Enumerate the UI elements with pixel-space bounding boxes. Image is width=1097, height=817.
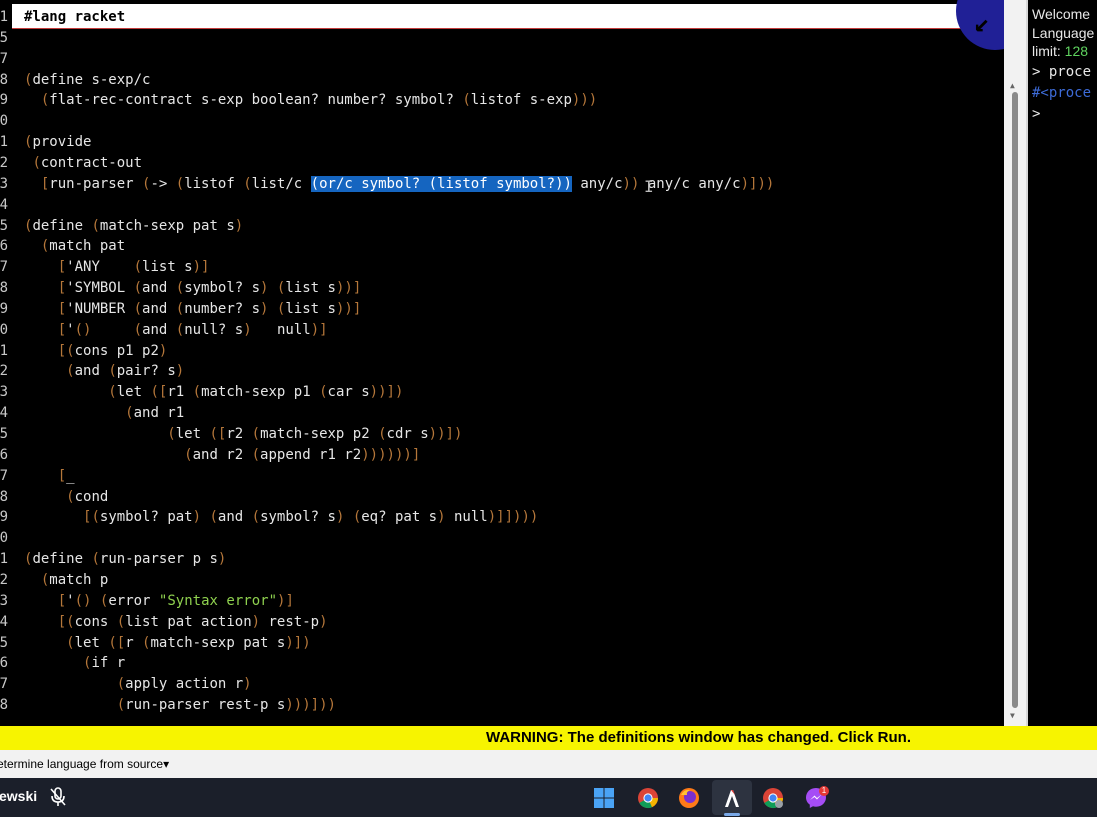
line-number: 7	[0, 259, 8, 276]
scrollbar-thumb[interactable]	[1012, 92, 1018, 708]
code-line[interactable]: ['ANY (list s)]	[24, 257, 210, 278]
line-number: 7	[0, 50, 8, 67]
line-number: 1	[0, 9, 8, 25]
line-number: 0	[0, 530, 8, 547]
code-line[interactable]: (if r	[24, 653, 125, 674]
warning-banner: WARNING: The definitions window has chan…	[0, 726, 1097, 750]
line-number: 7	[0, 467, 8, 484]
code-line[interactable]: #lang racket	[24, 7, 125, 28]
code-line[interactable]: (run-parser rest-p s)))]))	[24, 695, 336, 716]
code-line[interactable]: [(cons (list pat action) rest-p)	[24, 612, 328, 633]
line-number: 4	[0, 405, 8, 422]
code-line[interactable]: (provide	[24, 132, 91, 153]
code-line[interactable]: ['() (and (null? s) null)]	[24, 320, 328, 341]
line-number-gutter: 1 5 7 8 9 0 1 2 3 4 5 6 7 8 9 0 1 2 3 4 5 6 7 8 9 0 1 2 3 4 5 6 7 8	[0, 0, 12, 726]
editor-vertical-scrollbar[interactable]: ▲ ▼	[1004, 0, 1026, 726]
line-number: 5	[0, 634, 8, 651]
selected-text[interactable]: (or/c symbol? (listof symbol?))	[310, 175, 572, 192]
code-line[interactable]: [_	[24, 466, 75, 487]
meeting-user-name: ewski	[0, 788, 38, 804]
code-line[interactable]: (flat-rec-contract s-exp boolean? number…	[24, 90, 597, 111]
line-number: 2	[0, 363, 8, 380]
windows-taskbar: ewski 1	[0, 778, 1097, 817]
code-line[interactable]: (let ([r2 (match-sexp p2 (cdr s))])	[24, 424, 462, 445]
interactions-pane[interactable]: Welcome Language limit: 128 > proce #<pr…	[1026, 0, 1097, 726]
line-number: 6	[0, 238, 8, 255]
code-line[interactable]: (and r2 (append r1 r2))))))]	[24, 445, 420, 466]
code-line[interactable]: (contract-out	[24, 153, 142, 174]
line-number: 4	[0, 613, 8, 630]
line-number: 8	[0, 280, 8, 297]
line-number: 5	[0, 217, 8, 234]
line-number: 1	[0, 551, 8, 568]
windows-start-icon[interactable]	[593, 787, 615, 809]
line-number: 8	[0, 697, 8, 714]
code-line[interactable]: (cond	[24, 487, 108, 508]
chrome-beta-icon[interactable]	[762, 787, 784, 809]
language-select[interactable]: etermine language from source▾	[0, 750, 169, 778]
line-number: 1	[0, 134, 8, 151]
line-number: 2	[0, 571, 8, 588]
line-number: 5	[0, 29, 8, 46]
welcome-text: Welcome	[1032, 6, 1091, 22]
limit-label: limit:	[1032, 43, 1061, 59]
line-number: 9	[0, 300, 8, 317]
code-line[interactable]: (apply action r)	[24, 674, 252, 695]
code-line[interactable]: (let ([r1 (match-sexp p1 (car s))])	[24, 382, 403, 403]
line-number: 3	[0, 175, 8, 192]
code-line[interactable]: (define (run-parser p s)	[24, 549, 226, 570]
repl-prompt-1: > proce	[1032, 64, 1092, 80]
repl-prompt-2[interactable]: >	[1032, 106, 1040, 122]
code-line[interactable]: ['NUMBER (and (number? s) (list s))]	[24, 299, 362, 320]
code-line[interactable]: (let ([r (match-sexp pat s)])	[24, 633, 311, 654]
code-line[interactable]: ['() (error "Syntax error")]	[24, 591, 294, 612]
line-number: 9	[0, 509, 8, 526]
chrome-icon[interactable]	[637, 787, 659, 809]
line-number: 0	[0, 321, 8, 338]
line-number: 8	[0, 71, 8, 88]
code-line[interactable]: (define (match-sexp pat s)	[24, 216, 243, 237]
code-line[interactable]: [(symbol? pat) (and (symbol? s) (eq? pat…	[24, 507, 538, 528]
code-line[interactable]: (and r1	[24, 403, 184, 424]
line-number: 7	[0, 676, 8, 693]
language-text: Language	[1032, 25, 1095, 41]
code-area[interactable]: #lang racket (define s-exp/c (flat-rec-co…	[24, 0, 1004, 726]
status-bar: etermine language from source▾	[0, 750, 1097, 778]
code-line[interactable]: (match pat	[24, 236, 125, 257]
code-line[interactable]: [(cons p1 p2)	[24, 341, 168, 362]
line-number: 4	[0, 196, 8, 213]
line-number: 8	[0, 488, 8, 505]
line-number: 9	[0, 92, 8, 109]
definitions-editor[interactable]: 1 5 7 8 9 0 1 2 3 4 5 6 7 8 9 0 1 2 3 4 5 6 7 8 9 0 1 2 3 4 5 6 7 8 #lang…	[0, 0, 1004, 726]
line-number: 3	[0, 592, 8, 609]
line-number: 0	[0, 113, 8, 130]
active-app-indicator	[724, 813, 740, 816]
code-line[interactable]: (and (pair? s)	[24, 361, 184, 382]
line-number: 6	[0, 655, 8, 672]
code-line[interactable]: (match p	[24, 570, 108, 591]
line-number: 2	[0, 154, 8, 171]
racket-icon[interactable]	[721, 787, 743, 809]
mic-muted-icon[interactable]	[49, 787, 67, 807]
ibeam-cursor-icon: I	[644, 177, 654, 196]
line-number: 3	[0, 384, 8, 401]
scroll-down-icon[interactable]: ▼	[1010, 712, 1015, 720]
chevron-down-icon: ▾	[163, 757, 170, 771]
code-line[interactable]: [run-parser (-> (listof (list/c (or/c sy…	[24, 174, 774, 195]
memory-limit-text: limit: 128	[1032, 43, 1088, 59]
firefox-icon[interactable]	[678, 787, 700, 809]
line-number: 5	[0, 426, 8, 442]
limit-value: 128	[1064, 43, 1089, 59]
code-line[interactable]: (define s-exp/c	[24, 70, 150, 91]
line-number: 6	[0, 446, 8, 463]
code-line[interactable]: ['SYMBOL (and (symbol? s) (list s))]	[24, 278, 362, 299]
line-number: 1	[0, 342, 8, 359]
repl-result-1: #<proce	[1032, 85, 1092, 101]
scroll-up-icon[interactable]: ▲	[1010, 82, 1015, 90]
language-select-label: etermine language from source	[0, 757, 164, 771]
notification-badge: 1	[819, 786, 829, 796]
